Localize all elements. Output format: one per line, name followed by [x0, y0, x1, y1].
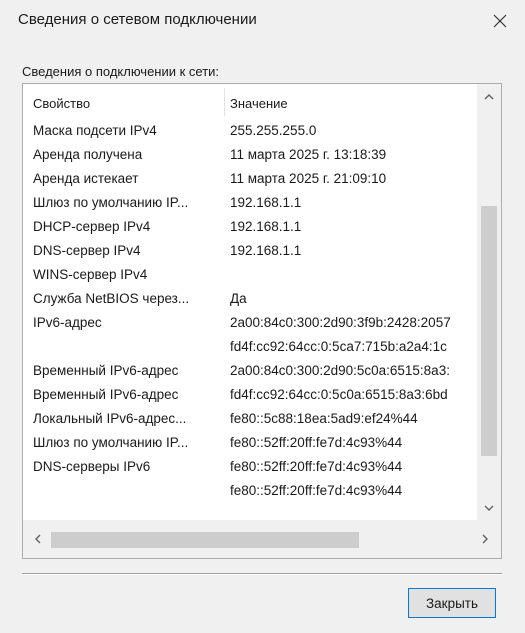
value-cell: fd4f:cc92:64cc:0:5ca7:715b:a2a4:1c [230, 339, 447, 354]
list-body: Маска подсети IPv4 255.255.255.0 Аренда … [23, 120, 478, 520]
value-cell: fe80::52ff:20ff:fe7d:4c93%44 [230, 483, 403, 498]
table-row[interactable]: DNS-серверы IPv6 fe80::52ff:20ff:fe7d:4c… [23, 456, 478, 478]
value-cell: fe80::5c88:18ea:5ad9:ef24%44 [230, 411, 418, 426]
value-cell: 11 марта 2025 г. 21:09:10 [230, 171, 387, 186]
close-icon[interactable] [485, 6, 515, 36]
property-cell: DNS-серверы IPv6 [33, 459, 151, 474]
table-row[interactable]: Локальный IPv6-адрес... fe80::5c88:18ea:… [23, 408, 478, 430]
property-cell: Локальный IPv6-адрес... [33, 411, 187, 426]
chevron-up-icon[interactable] [477, 84, 501, 108]
table-row[interactable]: IPv6-адрес 2a00:84c0:300:2d90:3f9b:2428:… [23, 312, 478, 334]
table-row[interactable]: Шлюз по умолчанию IP... 192.168.1.1 [23, 192, 478, 214]
column-header-value[interactable]: Значение [230, 96, 288, 111]
property-cell: IPv6-адрес [33, 315, 102, 330]
property-cell: Шлюз по умолчанию IP... [33, 435, 189, 450]
table-row[interactable]: Временный IPv6-адрес fd4f:cc92:64cc:0:5c… [23, 384, 478, 406]
value-cell: fd4f:cc92:64cc:0:5c0a:6515:8a3:6bd [230, 387, 448, 402]
value-cell: fe80::52ff:20ff:fe7d:4c93%44 [230, 435, 403, 450]
table-row[interactable]: fe80::52ff:20ff:fe7d:4c93%44 [23, 480, 478, 502]
chevron-left-icon[interactable] [23, 520, 51, 558]
chevron-right-icon[interactable] [471, 520, 499, 558]
vertical-scrollbar[interactable] [477, 84, 501, 520]
list-header: Свойство Значение [23, 84, 478, 120]
table-row[interactable]: Аренда истекает 11 марта 2025 г. 21:09:1… [23, 168, 478, 190]
table-row[interactable]: DHCP-сервер IPv4 192.168.1.1 [23, 216, 478, 238]
value-cell: 255.255.255.0 [230, 123, 317, 138]
value-cell: 192.168.1.1 [230, 219, 302, 234]
network-connection-details-dialog: Сведения о сетевом подключении Сведения … [0, 0, 525, 633]
table-row[interactable]: Временный IPv6-адрес 2a00:84c0:300:2d90:… [23, 360, 478, 382]
table-row[interactable]: WINS-сервер IPv4 [23, 264, 478, 286]
property-cell: DNS-сервер IPv4 [33, 243, 141, 258]
column-header-property[interactable]: Свойство [33, 96, 90, 111]
property-cell: DHCP-сервер IPv4 [33, 219, 151, 234]
close-button[interactable]: Закрыть [408, 588, 496, 618]
table-row[interactable]: Маска подсети IPv4 255.255.255.0 [23, 120, 478, 142]
value-cell: 2a00:84c0:300:2d90:5c0a:6515:8a3: [230, 363, 450, 378]
column-divider[interactable] [224, 88, 225, 116]
table-row[interactable]: fd4f:cc92:64cc:0:5ca7:715b:a2a4:1c [23, 336, 478, 358]
value-cell: 192.168.1.1 [230, 243, 302, 258]
property-cell: Аренда получена [33, 147, 143, 162]
value-cell: 11 марта 2025 г. 13:18:39 [230, 147, 387, 162]
property-cell: Временный IPv6-адрес [33, 387, 179, 402]
value-cell: 192.168.1.1 [230, 195, 302, 210]
table-row[interactable]: Аренда получена 11 марта 2025 г. 13:18:3… [23, 144, 478, 166]
value-cell: Да [230, 291, 247, 306]
horizontal-scroll-thumb[interactable] [51, 532, 359, 548]
table-row[interactable]: DNS-сервер IPv4 192.168.1.1 [23, 240, 478, 262]
dialog-title: Сведения о сетевом подключении [18, 11, 257, 28]
table-row[interactable]: Шлюз по умолчанию IP... fe80::52ff:20ff:… [23, 432, 478, 454]
horizontal-scrollbar[interactable] [23, 520, 501, 558]
property-cell: Аренда истекает [33, 171, 139, 186]
details-list[interactable]: Свойство Значение Маска подсети IPv4 255… [22, 83, 502, 559]
property-cell: Шлюз по умолчанию IP... [33, 195, 189, 210]
value-cell: 2a00:84c0:300:2d90:3f9b:2428:2057 [230, 315, 451, 330]
table-row[interactable]: Служба NetBIOS через... Да [23, 288, 478, 310]
group-label: Сведения о подключении к сети: [22, 64, 220, 79]
value-cell: fe80::52ff:20ff:fe7d:4c93%44 [230, 459, 403, 474]
property-cell: Служба NetBIOS через... [33, 291, 190, 306]
property-cell: Маска подсети IPv4 [33, 123, 157, 138]
vertical-scroll-thumb[interactable] [481, 206, 497, 456]
chevron-down-icon[interactable] [477, 496, 501, 520]
property-cell: Временный IPv6-адрес [33, 363, 179, 378]
divider [22, 573, 502, 575]
property-cell: WINS-сервер IPv4 [33, 267, 148, 282]
